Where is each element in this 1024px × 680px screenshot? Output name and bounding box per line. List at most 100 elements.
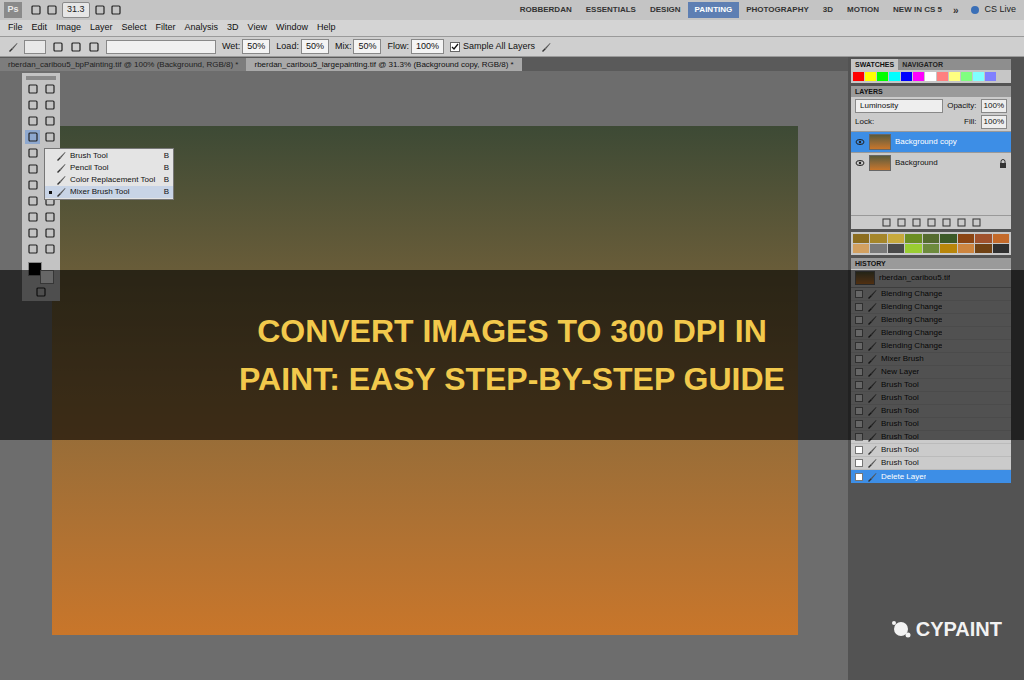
tool-icon[interactable] <box>70 41 82 53</box>
menu-item[interactable]: Layer <box>90 21 113 35</box>
document-tab[interactable]: rberdan_caribou5_largepainting.tif @ 31.… <box>246 58 521 71</box>
cs-live-button[interactable]: CS Live <box>966 3 1020 17</box>
layer-row[interactable]: Background <box>851 152 1011 173</box>
workspace-button[interactable]: NEW IN CS 5 <box>886 2 949 18</box>
swatch[interactable] <box>958 234 974 243</box>
zoom-field[interactable]: 31.3 <box>62 2 90 18</box>
tool-icon[interactable] <box>44 227 56 239</box>
workspace-button[interactable]: 3D <box>816 2 840 18</box>
tool-icon[interactable] <box>44 211 56 223</box>
swatch[interactable] <box>940 244 956 253</box>
tool-icon[interactable] <box>27 131 39 143</box>
mix-preset-dropdown[interactable] <box>106 40 216 54</box>
document-tab[interactable]: rberdan_caribou5_bpPainting.tif @ 100% (… <box>0 58 246 71</box>
layer-action-icon[interactable] <box>972 218 981 227</box>
tool-icon[interactable] <box>27 83 39 95</box>
tool-icon[interactable] <box>88 41 100 53</box>
swatch[interactable] <box>870 234 886 243</box>
swatch[interactable] <box>925 72 936 81</box>
menu-item[interactable]: Analysis <box>185 21 219 35</box>
sample-all-layers[interactable]: Sample All Layers <box>450 40 535 54</box>
swatch[interactable] <box>923 234 939 243</box>
swatch[interactable] <box>888 244 904 253</box>
flyout-item[interactable]: Brush ToolB <box>45 150 173 162</box>
option-field[interactable]: Wet:50% <box>222 39 270 55</box>
tool-icon[interactable] <box>27 179 39 191</box>
swatch[interactable] <box>975 234 991 243</box>
swatch[interactable] <box>877 72 888 81</box>
option-field[interactable]: Mix:50% <box>335 39 382 55</box>
tool-icon[interactable] <box>52 41 64 53</box>
flyout-item[interactable]: Mixer Brush ToolB <box>45 186 173 198</box>
brush-size-box[interactable] <box>24 40 46 54</box>
menu-item[interactable]: Image <box>56 21 81 35</box>
more-workspaces[interactable]: » <box>949 3 963 18</box>
swatch[interactable] <box>958 244 974 253</box>
tool-icon[interactable] <box>30 4 42 16</box>
swatch[interactable] <box>940 234 956 243</box>
swatch[interactable] <box>975 244 991 253</box>
layer-row[interactable]: Background copy <box>851 131 1011 152</box>
layer-action-icon[interactable] <box>882 218 891 227</box>
tool-icon[interactable] <box>27 163 39 175</box>
option-field[interactable]: Load:50% <box>276 39 329 55</box>
workspace-button[interactable]: PAINTING <box>688 2 740 18</box>
flyout-item[interactable]: Pencil ToolB <box>45 162 173 174</box>
menu-item[interactable]: View <box>248 21 267 35</box>
workspace-button[interactable]: ROBBERDAN <box>513 2 579 18</box>
tool-icon[interactable] <box>27 147 39 159</box>
tool-icon[interactable] <box>27 195 39 207</box>
swatch[interactable] <box>865 72 876 81</box>
tool-icon[interactable] <box>44 99 56 111</box>
swatch[interactable] <box>853 72 864 81</box>
menu-item[interactable]: Window <box>276 21 308 35</box>
history-item[interactable]: Delete Layer <box>851 470 1011 483</box>
workspace-button[interactable]: ESSENTIALS <box>579 2 643 18</box>
swatch[interactable] <box>973 72 984 81</box>
swatch[interactable] <box>901 72 912 81</box>
tool-icon[interactable] <box>94 4 106 16</box>
tool-icon[interactable] <box>27 243 39 255</box>
panel-tab[interactable]: SWATCHES <box>851 59 898 70</box>
tool-icon[interactable] <box>44 243 56 255</box>
tool-icon[interactable] <box>44 83 56 95</box>
menu-item[interactable]: File <box>8 21 23 35</box>
swatch[interactable] <box>889 72 900 81</box>
menu-item[interactable]: 3D <box>227 21 239 35</box>
history-item[interactable]: Brush Tool <box>851 457 1011 470</box>
history-item[interactable]: Brush Tool <box>851 444 1011 457</box>
layer-action-icon[interactable] <box>897 218 906 227</box>
tool-icon[interactable] <box>27 211 39 223</box>
panel-tab[interactable]: NAVIGATOR <box>898 59 947 70</box>
swatch[interactable] <box>923 244 939 253</box>
flyout-item[interactable]: Color Replacement ToolB <box>45 174 173 186</box>
layer-action-icon[interactable] <box>942 218 951 227</box>
swatch[interactable] <box>905 244 921 253</box>
layer-action-icon[interactable] <box>927 218 936 227</box>
menu-item[interactable]: Filter <box>156 21 176 35</box>
swatch[interactable] <box>993 234 1009 243</box>
swatch[interactable] <box>993 244 1009 253</box>
tool-icon[interactable] <box>44 131 56 143</box>
blend-mode-dropdown[interactable]: Luminosity <box>855 99 943 113</box>
swatch[interactable] <box>949 72 960 81</box>
tool-icon[interactable] <box>44 115 56 127</box>
menu-item[interactable]: Select <box>122 21 147 35</box>
menu-item[interactable]: Help <box>317 21 336 35</box>
tool-icon[interactable] <box>27 99 39 111</box>
swatch[interactable] <box>937 72 948 81</box>
eye-icon[interactable] <box>855 138 865 146</box>
tool-icon[interactable] <box>27 115 39 127</box>
option-field[interactable]: Flow:100% <box>387 39 444 55</box>
swatch[interactable] <box>888 234 904 243</box>
swatch[interactable] <box>961 72 972 81</box>
workspace-button[interactable]: PHOTOGRAPHY <box>739 2 816 18</box>
workspace-button[interactable]: MOTION <box>840 2 886 18</box>
tool-icon[interactable] <box>110 4 122 16</box>
swatch[interactable] <box>905 234 921 243</box>
layer-action-icon[interactable] <box>957 218 966 227</box>
swatch[interactable] <box>853 244 869 253</box>
layer-action-icon[interactable] <box>912 218 921 227</box>
checkbox[interactable] <box>450 42 460 52</box>
menu-item[interactable]: Edit <box>32 21 48 35</box>
